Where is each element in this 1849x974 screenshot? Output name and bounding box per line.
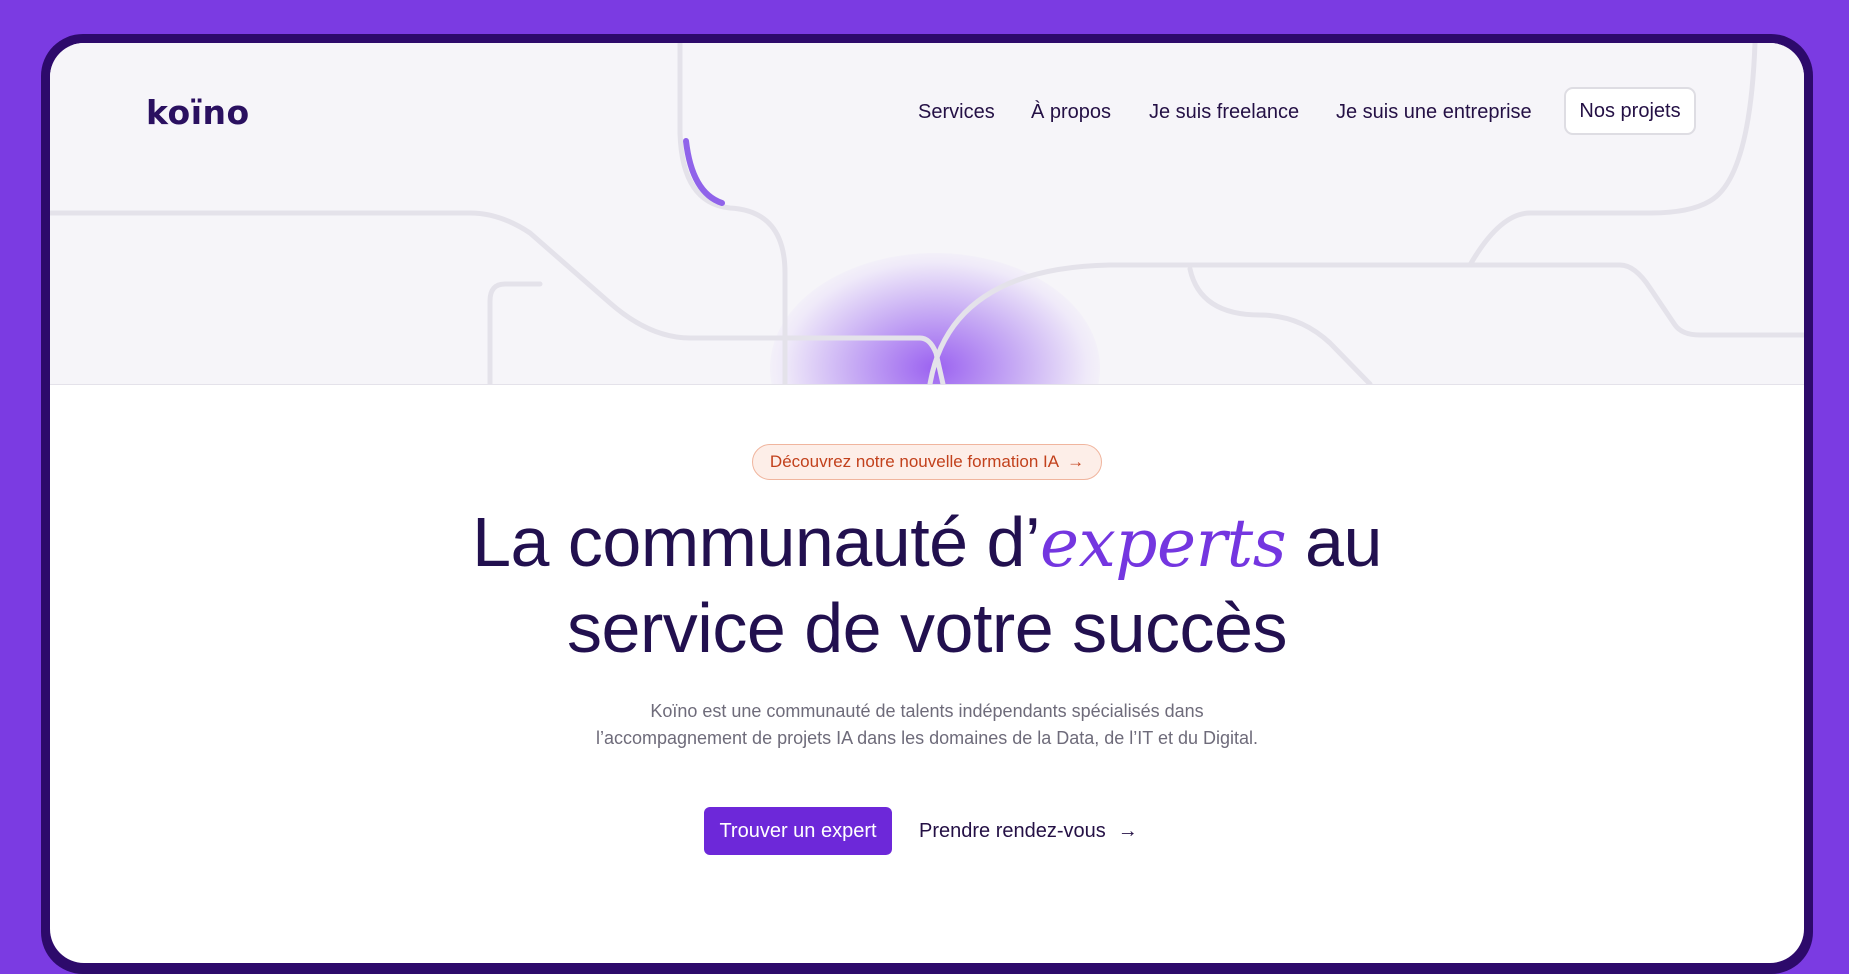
nav-link-about[interactable]: À propos <box>1031 101 1111 124</box>
nav-link-entreprise[interactable]: Je suis une entreprise <box>1336 101 1532 124</box>
circuit-lines <box>50 43 1804 384</box>
nav-link-freelance[interactable]: Je suis freelance <box>1149 101 1299 124</box>
hero-subtitle-line-2: l’accompagnement de projets IA dans les … <box>595 728 1259 748</box>
browser-window: koïno Services À propos Je suis freelanc… <box>50 43 1804 963</box>
hero-title-emphasis: experts <box>1040 505 1287 582</box>
nos-projets-button[interactable]: Nos projets <box>1564 87 1696 135</box>
nav-link-services[interactable]: Services <box>918 101 995 124</box>
hero-title-end: au <box>1286 503 1382 581</box>
arrow-right-icon: → <box>1117 819 1138 842</box>
arrow-right-icon: → <box>1067 452 1085 471</box>
hero-title-start: La communauté d’ <box>472 503 1041 581</box>
promo-label: Découvrez notre nouvelle formation IA <box>769 452 1060 471</box>
hero-title-line-1: La communauté d’experts au <box>50 499 1804 587</box>
hero-background <box>50 43 1804 385</box>
find-expert-button[interactable]: Trouver un expert <box>704 807 892 855</box>
formation-ia-banner[interactable]: Découvrez notre nouvelle formation IA → <box>752 444 1102 480</box>
book-appointment-label: Prendre rendez-vous <box>919 819 1106 842</box>
book-appointment-link[interactable]: Prendre rendez-vous → <box>919 807 1138 855</box>
hero-title-line-2: service de votre succès <box>567 589 1287 667</box>
hero-subtitle-line-1: Koïno est une communauté de talents indé… <box>650 701 1204 721</box>
koino-logo[interactable]: koïno <box>146 93 250 132</box>
